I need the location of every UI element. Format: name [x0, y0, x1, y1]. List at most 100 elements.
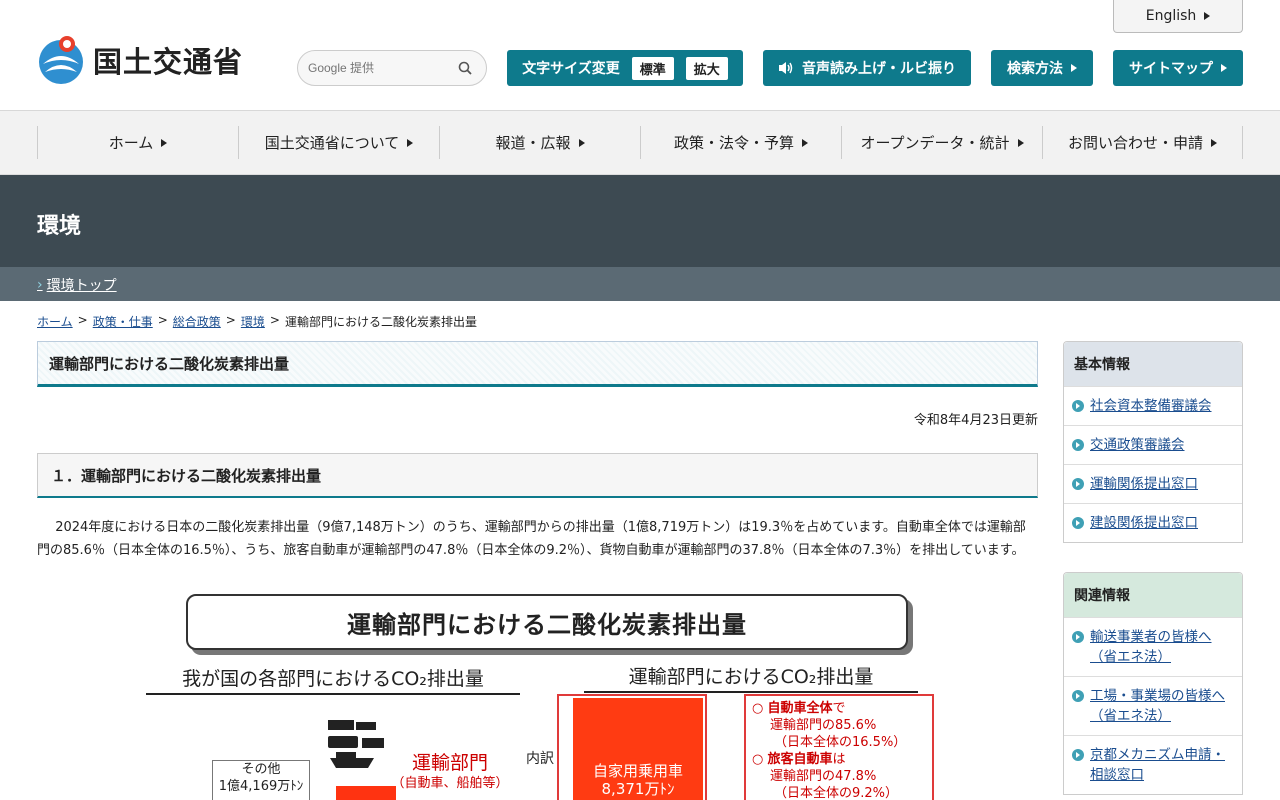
- breadcrumb-policy[interactable]: 政策・仕事: [93, 313, 153, 330]
- sidebar-link[interactable]: 交通政策審議会: [1090, 435, 1185, 455]
- note-1-head: 自動車全体: [767, 701, 833, 716]
- sitemap-button[interactable]: サイトマップ: [1113, 50, 1243, 86]
- arrow-right-icon: [802, 138, 808, 147]
- other-value: 1億4,169万ﾄﾝ: [218, 779, 304, 794]
- note-1-line2: 運輸部門の85.6%: [770, 718, 877, 733]
- sidebar-basic-info: 基本情報 社会資本整備審議会 交通政策審議会 運輸関係提出窓口 建設関係提出窓口: [1063, 341, 1243, 543]
- section-body-text: 2024年度における日本の二酸化炭素排出量（9億7,148万トン）のうち、運輸部…: [37, 520, 1026, 558]
- arrow-circle-icon: [1072, 749, 1084, 761]
- sidebar-item[interactable]: 京都メカニズム申請・相談窓口: [1064, 735, 1242, 794]
- other-sector-box: その他 1億4,169万ﾄﾝ: [212, 760, 310, 800]
- category-subnav: [0, 267, 1280, 301]
- breadcrumb-separator: >: [225, 313, 236, 327]
- arrow-right-icon: [1211, 138, 1217, 147]
- font-size-label: 文字サイズ変更: [522, 61, 620, 77]
- nav-label: 政策・法令・予算: [673, 134, 794, 152]
- sidebar-item[interactable]: 運輸関係提出窓口: [1064, 464, 1242, 503]
- arrow-right-icon: [578, 138, 585, 147]
- nav-label: 報道・広報: [495, 134, 571, 152]
- sidebar-item[interactable]: 建設関係提出窓口: [1064, 503, 1242, 542]
- breadcrumb-current: 運輸部門における二酸化炭素排出量: [284, 315, 477, 329]
- note-1-tail: で: [832, 701, 846, 716]
- logo-text: 国土交通省: [93, 45, 244, 79]
- breadcrumb-general[interactable]: 総合政策: [173, 313, 221, 330]
- figure-title: 運輸部門における二酸化炭素排出量: [186, 594, 908, 650]
- site-search[interactable]: [297, 50, 487, 86]
- updated-date: 令和8年4月23日更新: [913, 413, 1038, 428]
- sidebar-related-title: 関連情報: [1064, 573, 1242, 617]
- page-title: 運輸部門における二酸化炭素排出量: [37, 341, 1038, 387]
- other-label: その他: [241, 762, 281, 777]
- nav-label: 国土交通省について: [264, 134, 400, 152]
- environment-top-label: 環境トップ: [46, 278, 117, 294]
- speech-label: 音声読み上げ・ルビ振り: [802, 61, 956, 77]
- nav-item-contact[interactable]: お問い合わせ・申請: [1042, 126, 1243, 159]
- private-car-name: 自家用乗用車: [592, 762, 683, 780]
- sidebar-item[interactable]: 交通政策審議会: [1064, 425, 1242, 464]
- arrow-circle-icon: [1072, 690, 1084, 702]
- search-method-label: 検索方法: [1007, 61, 1063, 77]
- nav-item-home[interactable]: ホーム: [37, 126, 238, 159]
- speaker-icon: [779, 62, 793, 74]
- nav-item-press[interactable]: 報道・広報: [439, 126, 640, 159]
- sidebar-link[interactable]: 社会資本整備審議会: [1090, 396, 1212, 416]
- search-icon[interactable]: [458, 61, 472, 75]
- sidebar-basic-title: 基本情報: [1064, 342, 1242, 386]
- sidebar-link[interactable]: 京都メカニズム申請・相談窓口: [1090, 745, 1234, 785]
- arrow-right-icon: [1071, 64, 1077, 72]
- note-2: ○ 旅客自動車は: [752, 752, 846, 767]
- sidebar-item[interactable]: 工場・事業場の皆様へ（省エネ法）: [1064, 676, 1242, 735]
- category-title: 環境: [37, 214, 82, 239]
- arrow-circle-icon: [1072, 400, 1084, 412]
- figure-left-subtitle: 我が国の各部門におけるCO₂排出量: [146, 664, 520, 695]
- co2-emissions-figure: 運輸部門における二酸化炭素排出量 我が国の各部門におけるCO₂排出量 運輸部門に…: [140, 590, 940, 800]
- font-size-large-button[interactable]: 拡大: [685, 56, 728, 80]
- figure-right-subtitle: 運輸部門におけるCO₂排出量: [584, 662, 918, 693]
- breadcrumb-environment[interactable]: 環境: [241, 313, 265, 330]
- sidebar-item[interactable]: 輸送事業者の皆様へ（省エネ法）: [1064, 617, 1242, 676]
- nav-label: お問い合わせ・申請: [1067, 134, 1203, 152]
- english-button[interactable]: English: [1113, 0, 1243, 33]
- transport-sub-label: （自動車、船舶等）: [391, 776, 509, 791]
- arrow-right-icon: [1221, 64, 1227, 72]
- site-logo[interactable]: 国土交通省: [37, 34, 243, 86]
- environment-top-link[interactable]: › 環境トップ: [37, 275, 117, 295]
- arrow-right-icon: [407, 138, 414, 147]
- arrow-right-icon: [1204, 12, 1211, 20]
- nav-item-about[interactable]: 国土交通省について: [238, 126, 439, 159]
- sidebar-link[interactable]: 運輸関係提出窓口: [1090, 474, 1198, 494]
- breadcrumb-separator: >: [77, 313, 88, 327]
- note-2-tail: は: [832, 752, 846, 767]
- arrow-circle-icon: [1072, 478, 1084, 490]
- sidebar-link[interactable]: 建設関係提出窓口: [1090, 513, 1198, 533]
- sidebar-related-info: 関連情報 輸送事業者の皆様へ（省エネ法） 工場・事業場の皆様へ（省エネ法） 京都…: [1063, 572, 1243, 795]
- note-2-line3: （日本全体の9.2%）: [774, 786, 899, 800]
- mlit-logo-icon: [39, 36, 83, 84]
- sidebar-item[interactable]: 社会資本整備審議会: [1064, 386, 1242, 425]
- search-method-button[interactable]: 検索方法: [991, 50, 1093, 86]
- global-nav: ホーム 国土交通省について 報道・広報 政策・法令・予算 オープンデータ・統計 …: [0, 111, 1280, 175]
- english-label: English: [1145, 8, 1197, 24]
- arrow-circle-icon: [1072, 517, 1084, 529]
- font-size-normal-button[interactable]: 標準: [631, 56, 674, 80]
- breadcrumb-separator: >: [157, 313, 168, 327]
- breadcrumb-home[interactable]: ホーム: [37, 313, 73, 330]
- nav-item-opendata[interactable]: オープンデータ・統計: [841, 126, 1042, 159]
- search-input[interactable]: [308, 61, 438, 75]
- arrow-right-icon: [1017, 138, 1024, 147]
- breadcrumb: ホーム > 政策・仕事 > 総合政策 > 環境 > 運輸部門における二酸化炭素排出量: [37, 313, 477, 330]
- vehicles-icon: [328, 720, 384, 768]
- nav-item-policy[interactable]: 政策・法令・予算: [640, 126, 841, 159]
- arrow-right-icon: [161, 138, 168, 147]
- sidebar-link[interactable]: 輸送事業者の皆様へ（省エネ法）: [1090, 627, 1234, 667]
- section-title: １．運輸部門における二酸化炭素排出量: [37, 453, 1038, 498]
- category-band: [0, 175, 1280, 267]
- sidebar-link[interactable]: 工場・事業場の皆様へ（省エネ法）: [1090, 686, 1234, 726]
- breakdown-label: 内訳: [526, 751, 554, 767]
- speech-ruby-button[interactable]: 音声読み上げ・ルビ振り: [763, 50, 971, 86]
- arrow-circle-icon: [1072, 631, 1084, 643]
- note-2-head: 旅客自動車: [767, 752, 833, 767]
- arrow-circle-icon: [1072, 439, 1084, 451]
- private-car-value: 8,371万ﾄﾝ: [601, 780, 675, 798]
- font-size-control: 文字サイズ変更 標準 拡大: [507, 50, 743, 86]
